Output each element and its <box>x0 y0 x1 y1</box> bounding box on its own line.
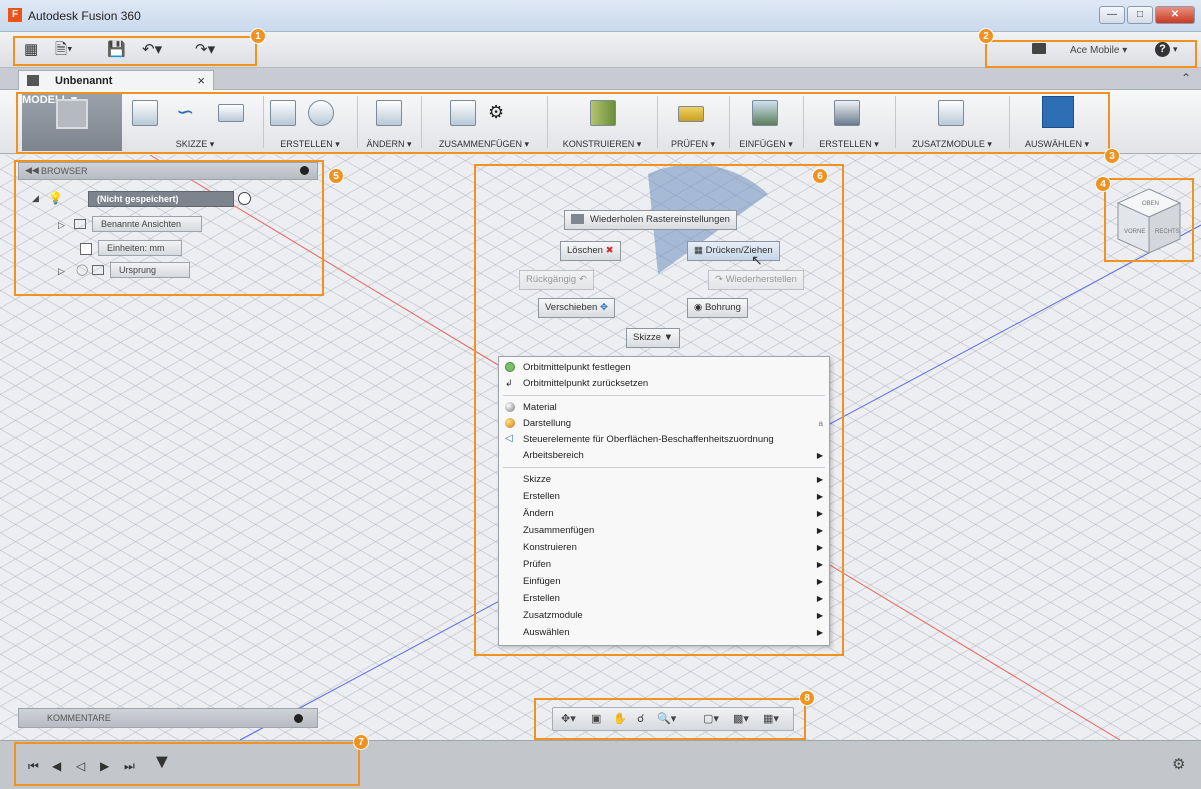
callout-badge: 2 <box>978 28 994 44</box>
title-bar: F Autodesk Fusion 360 — □ ✕ <box>0 0 1201 32</box>
callout-frame-viewcube <box>1104 178 1194 262</box>
callout-frame-quick-access <box>13 36 257 66</box>
collapse-toolbar-icon[interactable]: ⌃ <box>1181 71 1191 85</box>
callout-frame-marking-menu <box>474 164 844 656</box>
comments-panel[interactable]: KOMMENTARE <box>18 708 318 728</box>
comments-title: KOMMENTARE <box>47 713 111 723</box>
callout-badge: 8 <box>799 690 815 706</box>
callout-frame-timeline <box>14 742 360 786</box>
window-title: Autodesk Fusion 360 <box>28 9 141 23</box>
callout-frame-account <box>985 40 1197 68</box>
document-tab-bar: Unbenannt × ⌃ <box>0 68 1201 90</box>
callout-badge: 6 <box>812 168 828 184</box>
close-window-button[interactable]: ✕ <box>1155 6 1195 24</box>
callout-frame-toolbar <box>16 92 1110 154</box>
callout-badge: 7 <box>353 734 369 750</box>
document-icon <box>27 75 39 86</box>
callout-badge: 3 <box>1104 148 1120 164</box>
callout-frame-navbar <box>534 698 806 740</box>
callout-badge: 5 <box>328 168 344 184</box>
window-controls: — □ ✕ <box>1099 6 1195 24</box>
maximize-button[interactable]: □ <box>1127 6 1153 24</box>
minimize-button[interactable]: — <box>1099 6 1125 24</box>
callout-badge: 4 <box>1095 176 1111 192</box>
settings-gear-icon[interactable]: ⚙ <box>1172 755 1185 773</box>
document-tab-label: Unbenannt <box>55 75 113 87</box>
callout-badge: 1 <box>250 28 266 44</box>
document-tab[interactable]: Unbenannt × <box>18 70 214 90</box>
fusion-logo-icon: F <box>8 8 22 22</box>
callout-frame-browser <box>14 160 324 296</box>
panel-pin-icon[interactable] <box>294 714 303 723</box>
tab-close-icon[interactable]: × <box>197 73 205 88</box>
